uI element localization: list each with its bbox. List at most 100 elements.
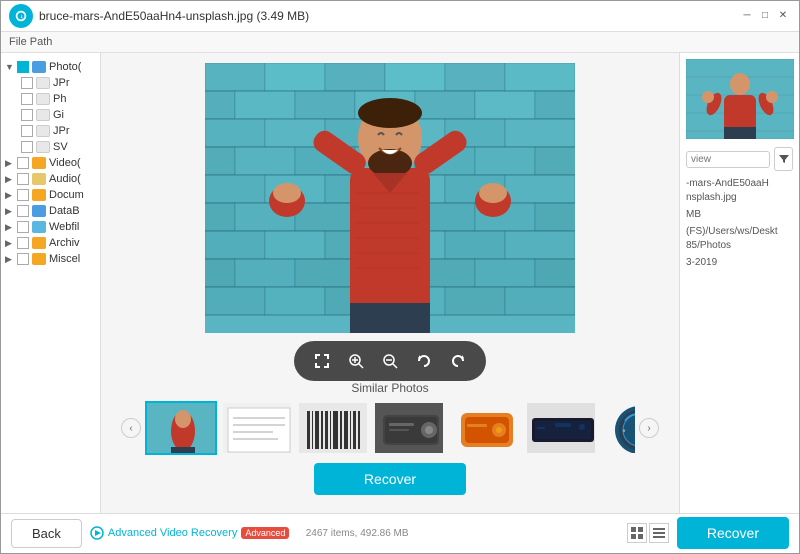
size-value: MB: [686, 209, 701, 220]
sidebar-item-archives[interactable]: ▶ Archiv: [1, 235, 100, 251]
gi-checkbox[interactable]: [21, 109, 33, 121]
jp2-checkbox[interactable]: [21, 125, 33, 137]
photos-checkbox[interactable]: [17, 61, 29, 73]
grid-view-button[interactable]: [627, 523, 647, 543]
sidebar-item-photos[interactable]: ▼ Photo(: [1, 59, 100, 75]
folder-icon: [32, 157, 46, 169]
expand-arrow: ▶: [5, 222, 15, 232]
maximize-button[interactable]: □: [757, 8, 773, 24]
sidebar-item-label: Audio(: [49, 173, 81, 185]
sidebar-item-label: Video(: [49, 157, 81, 169]
sidebar-item-gi[interactable]: Gi: [1, 107, 100, 123]
back-button[interactable]: Back: [11, 519, 82, 548]
misc-checkbox[interactable]: [17, 253, 29, 265]
advanced-video-label: Advanced Video Recovery: [108, 527, 237, 539]
archives-checkbox[interactable]: [17, 237, 29, 249]
zoom-in-button[interactable]: [342, 347, 370, 375]
thumbnail-5[interactable]: [449, 401, 521, 455]
path-value: (FS)/Users/ws/Deskt: [686, 226, 778, 237]
sidebar-item-label: Gi: [53, 109, 64, 121]
audio-checkbox[interactable]: [17, 173, 29, 185]
rotate-right-button[interactable]: [444, 347, 472, 375]
sidebar-item-label: Docum: [49, 189, 84, 201]
sidebar-item-web[interactable]: ▶ Webfil: [1, 219, 100, 235]
folder-icon: [32, 237, 46, 249]
thumbnail-3[interactable]: [297, 401, 369, 455]
minimize-button[interactable]: ─: [739, 8, 755, 24]
thumbnail-2[interactable]: [221, 401, 293, 455]
sv-checkbox[interactable]: [21, 141, 33, 153]
view-toggle-buttons: [627, 523, 669, 543]
size-info: MB: [686, 208, 793, 222]
title-bar: bruce-mars-AndE50aaHn4-unsplash.jpg (3.4…: [1, 1, 799, 32]
sidebar-item-ph[interactable]: Ph: [1, 91, 100, 107]
zoom-out-button[interactable]: [376, 347, 404, 375]
filename-value: -mars-AndE50aaH: [686, 178, 769, 189]
prev-photo-button[interactable]: ‹: [121, 418, 141, 438]
bottom-bar: Back Advanced Video Recovery Advanced 24…: [1, 513, 799, 553]
sidebar-item-video[interactable]: ▶ Video(: [1, 155, 100, 171]
sidebar-item-label: Archiv: [49, 237, 80, 249]
advanced-badge: Advanced: [241, 527, 289, 539]
sidebar-item-audio[interactable]: ▶ Audio(: [1, 171, 100, 187]
filename-value2: nsplash.jpg: [686, 192, 737, 203]
file-path-bar: File Path: [1, 32, 799, 53]
fit-to-screen-button[interactable]: [308, 347, 336, 375]
sidebar-item-db[interactable]: ▶ DataB: [1, 203, 100, 219]
folder-icon: [32, 221, 46, 233]
search-input[interactable]: [686, 151, 770, 168]
image-controls: [294, 341, 486, 381]
image-icon: [36, 109, 50, 121]
advanced-video-button[interactable]: Advanced Video Recovery Advanced: [90, 526, 289, 540]
rotate-left-button[interactable]: [410, 347, 438, 375]
sidebar-item-docs[interactable]: ▶ Docum: [1, 187, 100, 203]
similar-photos-title: Similar Photos: [121, 381, 659, 395]
recover-main-button[interactable]: Recover: [314, 463, 466, 495]
db-checkbox[interactable]: [17, 205, 29, 217]
next-photo-button[interactable]: ›: [639, 418, 659, 438]
thumbnail-1[interactable]: [145, 401, 217, 455]
filename-info: -mars-AndE50aaH nsplash.jpg: [686, 177, 793, 205]
sidebar: ▼ Photo( JPr Ph Gi: [1, 53, 101, 513]
sidebar-item-jp1[interactable]: JPr: [1, 75, 100, 91]
sidebar-item-jp2[interactable]: JPr: [1, 123, 100, 139]
similar-photos-section: Similar Photos ‹: [111, 381, 669, 455]
video-checkbox[interactable]: [17, 157, 29, 169]
expand-arrow: ▶: [5, 190, 15, 200]
main-preview-image: [205, 63, 575, 333]
main-image-container: [205, 63, 575, 333]
folder-icon: [32, 61, 46, 73]
date-value: 3-2019: [686, 257, 717, 268]
filter-button[interactable]: [774, 147, 793, 171]
right-panel: -mars-AndE50aaH nsplash.jpg MB (FS)/User…: [679, 53, 799, 513]
close-button[interactable]: ✕: [775, 8, 791, 24]
image-icon: [36, 77, 50, 89]
docs-checkbox[interactable]: [17, 189, 29, 201]
jp1-checkbox[interactable]: [21, 77, 33, 89]
preview-panel: Similar Photos ‹: [101, 53, 679, 513]
thumbnail-6[interactable]: [525, 401, 597, 455]
folder-icon: [32, 173, 46, 185]
similar-photos-strip: ‹: [121, 401, 659, 455]
content-area: Similar Photos ‹: [101, 53, 679, 513]
expand-arrow: ▶: [5, 158, 15, 168]
expand-arrow: ▶: [5, 254, 15, 264]
recover-bottom-button[interactable]: Recover: [677, 517, 789, 549]
file-path-label: File Path: [9, 36, 52, 48]
ph-checkbox[interactable]: [21, 93, 33, 105]
web-checkbox[interactable]: [17, 221, 29, 233]
list-view-button[interactable]: [649, 523, 669, 543]
thumbnail-4[interactable]: [373, 401, 445, 455]
search-row: [686, 147, 793, 171]
thumbnail-7[interactable]: 12 3 6 9: [601, 401, 635, 455]
sidebar-item-misc[interactable]: ▶ Miscel: [1, 251, 100, 267]
main-layout: ▼ Photo( JPr Ph Gi: [1, 53, 799, 513]
sidebar-item-label: Webfil: [49, 221, 79, 233]
sidebar-item-sv[interactable]: SV: [1, 139, 100, 155]
path-info: (FS)/Users/ws/Deskt 85/Photos: [686, 225, 793, 253]
image-icon: [36, 125, 50, 137]
sidebar-item-label: JPr: [53, 125, 70, 137]
thumbnails-row: 12 3 6 9: [145, 401, 635, 455]
window-controls: ─ □ ✕: [739, 8, 791, 24]
window-title: bruce-mars-AndE50aaHn4-unsplash.jpg (3.4…: [39, 9, 731, 23]
